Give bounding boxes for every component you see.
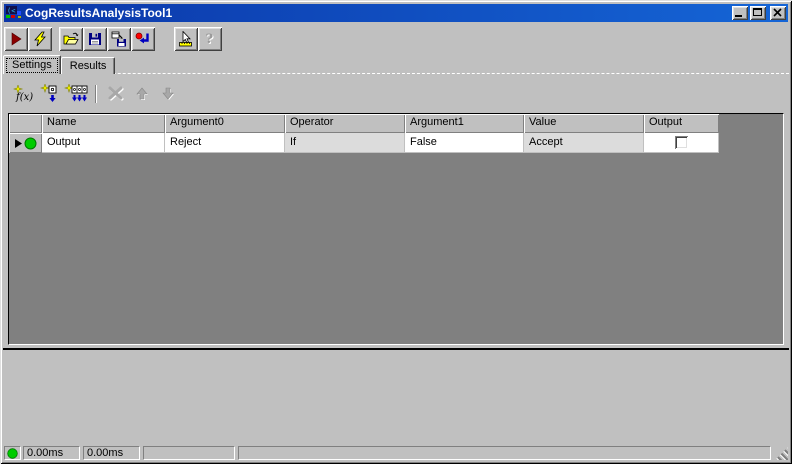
add-function-button[interactable]: f(x) bbox=[11, 82, 37, 106]
up-arrow-icon bbox=[136, 87, 148, 100]
cell-argument0[interactable]: Reject bbox=[165, 133, 285, 153]
help-button[interactable]: ? ? bbox=[198, 27, 222, 51]
cell-output bbox=[644, 133, 719, 153]
reset-icon bbox=[135, 32, 149, 44]
resize-grip[interactable] bbox=[775, 447, 788, 460]
add-input-button[interactable] bbox=[37, 82, 63, 106]
tab-focus-rect bbox=[6, 58, 58, 73]
add-all-inputs-icon bbox=[64, 84, 88, 102]
column-header-rowselector bbox=[9, 114, 42, 133]
close-icon bbox=[773, 8, 782, 17]
svg-text:(<: (< bbox=[7, 7, 15, 15]
open-folder-icon bbox=[63, 32, 79, 45]
green-circle-icon bbox=[7, 447, 18, 459]
run-button[interactable] bbox=[4, 27, 28, 51]
floppy-icon bbox=[89, 33, 101, 45]
pointer-tool-button[interactable] bbox=[174, 27, 198, 51]
table-row: Output Reject If False Accept bbox=[9, 133, 783, 153]
status-bar: 0.00ms 0.00ms bbox=[3, 443, 789, 461]
tab-settings[interactable]: Settings bbox=[3, 55, 61, 74]
toolbar-separator bbox=[95, 85, 97, 103]
cell-operator[interactable]: If bbox=[285, 133, 405, 153]
delete-button[interactable] bbox=[103, 82, 129, 106]
column-header-argument0[interactable]: Argument0 bbox=[165, 114, 285, 133]
cell-name[interactable]: Output bbox=[42, 133, 165, 153]
column-header-operator[interactable]: Operator bbox=[285, 114, 405, 133]
tab-results-label: Results bbox=[69, 60, 107, 72]
titlebar[interactable]: (< CogResultsAnalysisTool1 bbox=[4, 4, 788, 22]
status-time2-panel: 0.00ms bbox=[83, 446, 140, 460]
row-selector[interactable] bbox=[9, 133, 42, 153]
row-marker-icon bbox=[14, 138, 22, 148]
grid-header-row: Name Argument0 Operator Argument1 Value … bbox=[9, 114, 783, 133]
move-up-button[interactable] bbox=[129, 82, 155, 106]
expressions-grid: Name Argument0 Operator Argument1 Value … bbox=[8, 113, 784, 345]
cell-value[interactable]: Accept bbox=[524, 133, 644, 153]
close-button[interactable] bbox=[770, 6, 786, 20]
open-button[interactable] bbox=[59, 27, 83, 51]
pointer-ruler-icon bbox=[179, 31, 192, 47]
minimize-icon bbox=[735, 15, 742, 17]
move-down-button[interactable] bbox=[155, 82, 181, 106]
column-header-argument1[interactable]: Argument1 bbox=[405, 114, 524, 133]
save-as-button[interactable] bbox=[107, 27, 131, 51]
cell-argument1[interactable]: False bbox=[405, 133, 524, 153]
tabstrip: Settings Results bbox=[3, 55, 116, 74]
delete-x-icon bbox=[108, 86, 124, 101]
maximize-icon bbox=[753, 8, 762, 16]
trigger-button[interactable] bbox=[28, 27, 52, 51]
help-icon: ? ? bbox=[206, 32, 215, 47]
status-panel-4 bbox=[143, 446, 235, 460]
add-input-icon bbox=[40, 84, 57, 102]
save-button[interactable] bbox=[83, 27, 107, 51]
window-title: CogResultsAnalysisTool1 bbox=[25, 6, 173, 20]
pane-divider bbox=[3, 348, 789, 350]
lightning-icon bbox=[34, 31, 46, 47]
column-header-value[interactable]: Value bbox=[524, 114, 644, 133]
grid-toolbar: f(x) bbox=[11, 82, 181, 106]
cog-results-analysis-tool-window: (< CogResultsAnalysisTool1 ? ? Settings … bbox=[0, 0, 792, 464]
green-circle-icon bbox=[24, 137, 36, 149]
status-indicator-panel bbox=[4, 446, 21, 460]
maximize-button[interactable] bbox=[750, 6, 766, 20]
minimize-button[interactable] bbox=[732, 6, 748, 20]
reset-button[interactable] bbox=[131, 27, 155, 51]
down-arrow-icon bbox=[162, 87, 174, 100]
add-function-icon: f(x) bbox=[13, 85, 33, 103]
svg-text:?: ? bbox=[206, 32, 214, 47]
save-as-icon bbox=[111, 31, 126, 47]
status-panel-5 bbox=[238, 446, 771, 460]
add-all-inputs-button[interactable] bbox=[63, 82, 89, 106]
column-header-name[interactable]: Name bbox=[42, 114, 165, 133]
main-toolbar: ? ? bbox=[4, 26, 222, 52]
status-time1-panel: 0.00ms bbox=[23, 446, 80, 460]
tab-results[interactable]: Results bbox=[60, 57, 116, 74]
output-checkbox[interactable] bbox=[674, 136, 688, 149]
cognex-tool-icon: (< bbox=[6, 5, 22, 21]
column-header-output[interactable]: Output bbox=[644, 114, 719, 133]
fx-glyph: f(x) bbox=[15, 92, 33, 103]
run-icon bbox=[11, 32, 22, 46]
